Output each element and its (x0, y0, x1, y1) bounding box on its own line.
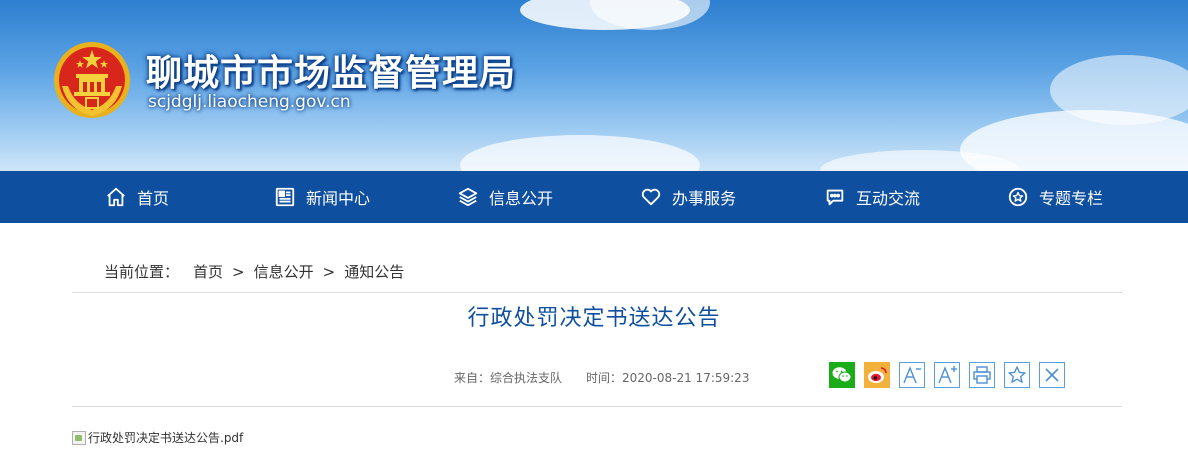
nav-label: 专题专栏 (1039, 189, 1104, 208)
breadcrumb-link-home[interactable]: 首页 (193, 261, 223, 282)
nav-item-news[interactable]: 新闻中心 (274, 171, 370, 223)
breadcrumb-link-notices[interactable]: 通知公告 (344, 261, 404, 282)
cloud-decoration (1050, 55, 1188, 125)
font-decrease-icon (903, 366, 921, 384)
article-time: 时间：2020-08-21 17:59:23 (586, 371, 750, 385)
star-circle-icon (1008, 187, 1028, 207)
wechat-share-icon (832, 367, 852, 383)
nav-item-services[interactable]: 办事服务 (640, 171, 736, 223)
chat-icon (826, 189, 844, 206)
site-title: 聊城市市场监督管理局 (146, 53, 517, 94)
newspaper-icon (275, 187, 295, 207)
breadcrumb-link-info-disclosure[interactable]: 信息公开 (254, 261, 314, 282)
font-decrease-button[interactable] (899, 362, 925, 388)
breadcrumb-separator: > (322, 262, 336, 281)
nav-label: 首页 (137, 189, 170, 208)
close-button[interactable] (1039, 362, 1065, 388)
heart-icon (641, 188, 661, 206)
weibo-share-icon (868, 367, 887, 383)
article-tools (829, 362, 1074, 388)
divider (72, 292, 1122, 293)
wechat-share-button[interactable] (829, 362, 855, 388)
favorite-button[interactable] (1004, 362, 1030, 388)
nav-item-interaction[interactable]: 互动交流 (824, 171, 920, 223)
breadcrumb-separator: > (232, 262, 245, 281)
divider (72, 406, 1122, 407)
close-icon (1045, 368, 1059, 382)
nav-label: 办事服务 (672, 189, 737, 208)
article-source: 来自：综合执法支队 (454, 371, 563, 385)
main-nav: 首页 新闻中心 信息公开 办事服务 互动交流 专题专栏 (0, 171, 1188, 223)
site-domain: scjdglj.liaocheng.gov.cn (148, 92, 351, 112)
nav-label: 新闻中心 (306, 189, 371, 208)
attachment-filename: 行政处罚决定书送达公告.pdf (88, 431, 244, 445)
font-increase-button[interactable] (934, 362, 960, 388)
attachment-link[interactable]: 行政处罚决定书送达公告.pdf (72, 429, 243, 446)
home-icon (107, 187, 125, 207)
national-emblem-icon (54, 42, 130, 118)
nav-label: 互动交流 (856, 189, 921, 208)
article-title: 行政处罚决定书送达公告 (467, 306, 721, 331)
breadcrumb: 当前位置： 首页 > 信息公开 > 通知公告 (104, 261, 404, 282)
breadcrumb-label: 当前位置： (104, 263, 180, 281)
favorite-icon (1008, 366, 1026, 383)
nav-item-info-disclosure[interactable]: 信息公开 (457, 171, 553, 223)
nav-item-topics[interactable]: 专题专栏 (1007, 171, 1103, 223)
nav-label: 信息公开 (489, 189, 554, 208)
weibo-share-button[interactable] (864, 362, 890, 388)
header-banner: 聊城市市场监督管理局 scjdglj.liaocheng.gov.cn (0, 0, 1188, 171)
nav-item-home[interactable]: 首页 (105, 171, 169, 223)
font-increase-icon (938, 366, 957, 384)
cloud-decoration (460, 135, 700, 171)
broken-image-icon (72, 430, 86, 445)
print-icon (973, 366, 991, 384)
print-button[interactable] (969, 362, 995, 388)
layers-icon (458, 187, 478, 207)
